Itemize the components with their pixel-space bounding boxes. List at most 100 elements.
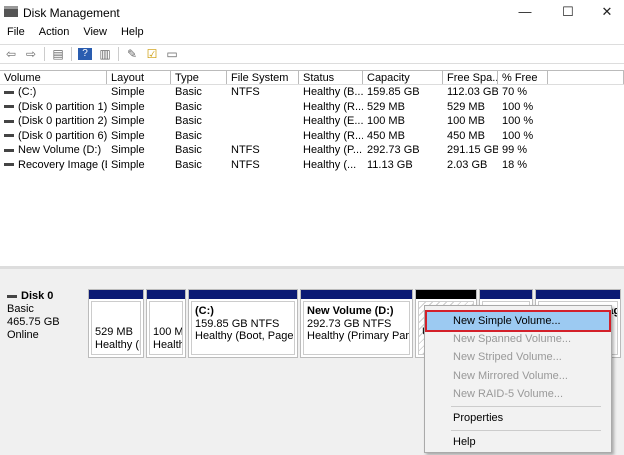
menu-view[interactable]: View (76, 26, 114, 42)
partition[interactable]: (C:) 159.85 GB NTFS Healthy (Boot, Page Fi (188, 289, 298, 358)
minimize-button[interactable]: — (515, 4, 535, 19)
table-row[interactable]: (Disk 0 partition 2) Simple Basic Healthy (… (0, 114, 624, 129)
cell-text: Basic (175, 100, 202, 113)
menu-new-mirrored-volume[interactable]: New Mirrored Volume... (427, 367, 609, 385)
cell-text: Simple (111, 100, 145, 113)
menu-help[interactable]: Help (114, 26, 151, 42)
table-cell: Simple (107, 129, 171, 144)
partition-body: 100 MBHealth (149, 301, 183, 355)
col-volume[interactable]: Volume (0, 71, 107, 84)
action-pane-icon[interactable]: ▥ (98, 48, 112, 60)
context-menu: New Simple Volume... New Spanned Volume.… (424, 305, 612, 453)
partition-bar (147, 290, 185, 299)
table-cell: 18 % (498, 158, 548, 173)
table-cell: Basic (171, 100, 227, 115)
cell-text: 70 % (502, 86, 528, 98)
table-row[interactable]: Recovery Image (E:) Simple Basic NTFS Health… (0, 158, 624, 173)
col-empty (548, 71, 624, 84)
table-cell: NTFS (227, 143, 299, 158)
partition[interactable]: 529 MBHealthy (R (88, 289, 144, 358)
cell-text: Simple (111, 115, 145, 127)
table-cell: 291.15 GB (443, 143, 498, 158)
table-cell (227, 129, 299, 144)
partition[interactable]: New Volume (D:) 292.73 GB NTFS Healthy (Pr… (300, 289, 413, 358)
menu-new-raid5-volume[interactable]: New RAID-5 Volume... (427, 385, 609, 403)
volume-icon (4, 90, 14, 94)
table-cell: (C:) (0, 85, 107, 100)
cell-text: Healthy (R... (303, 100, 363, 113)
table-cell: 529 MB (443, 100, 498, 115)
cell-text: 292.73 GB (367, 144, 420, 156)
partition-bar (189, 290, 297, 299)
cell-text: Recovery Image (E:) (18, 158, 107, 171)
table-cell: 11.13 GB (363, 158, 443, 173)
partition-title: New Volume (D:) (307, 305, 394, 317)
back-icon[interactable]: ⇦ (4, 48, 18, 60)
menu-action[interactable]: Action (32, 26, 77, 42)
partition-body: (C:) 159.85 GB NTFS Healthy (Boot, Page Fi (191, 301, 295, 355)
table-cell (227, 114, 299, 129)
cell-text: Basic (175, 115, 202, 127)
table-cell: Healthy (R... (299, 100, 363, 115)
title-bar: Disk Management — ☐ ✕ (0, 0, 624, 25)
cell-text: 112.03 GB (447, 86, 498, 98)
table-cell: Recovery Image (E:) (0, 158, 107, 173)
disk-management-icon (4, 6, 18, 17)
table-cell: 99 % (498, 143, 548, 158)
volume-icon (4, 119, 14, 123)
maximize-button[interactable]: ☐ (558, 4, 578, 20)
menu-new-spanned-volume[interactable]: New Spanned Volume... (427, 330, 609, 348)
cell-text: Simple (111, 86, 145, 98)
disk-state: Online (7, 329, 39, 341)
console-tree-icon[interactable]: ▤ (51, 48, 65, 60)
menu-separator (451, 430, 601, 431)
connect-icon[interactable]: ✎ (125, 48, 139, 60)
col-layout[interactable]: Layout (107, 71, 171, 84)
col-capacity[interactable]: Capacity (363, 71, 443, 84)
cell-text: Basic (175, 129, 202, 142)
forward-icon[interactable]: ⇨ (24, 48, 38, 60)
menu-help[interactable]: Help (427, 433, 609, 451)
cell-text: Healthy (R... (303, 129, 363, 142)
col-percent-free[interactable]: % Free (498, 71, 548, 84)
table-cell: Simple (107, 85, 171, 100)
col-file-system[interactable]: File System (227, 71, 299, 84)
table-row[interactable]: (C:) Simple Basic NTFS Healthy (B... 159.85 G… (0, 85, 624, 100)
cell-text: Basic (175, 86, 202, 98)
partition-bar (416, 290, 476, 299)
close-button[interactable]: ✕ (597, 4, 617, 20)
help-icon[interactable]: ? (78, 48, 92, 60)
menu-bar: File Action View Help (0, 26, 151, 42)
table-cell: 100 % (498, 114, 548, 129)
partition[interactable]: 100 MBHealth (146, 289, 186, 358)
properties-icon[interactable]: ▭ (165, 48, 179, 60)
menu-file[interactable]: File (0, 26, 32, 42)
menu-new-simple-volume[interactable]: New Simple Volume... (425, 310, 611, 332)
table-cell: Basic (171, 143, 227, 158)
table-row[interactable]: New Volume (D:) Simple Basic NTFS Healthy (P… (0, 143, 624, 158)
table-cell: 159.85 GB (363, 85, 443, 100)
cell-text: 291.15 GB (447, 144, 498, 156)
table-cell: Basic (171, 158, 227, 173)
partition-line1: 159.85 GB NTFS (195, 317, 280, 330)
menu-separator (451, 406, 601, 407)
col-type[interactable]: Type (171, 71, 227, 84)
check-icon[interactable]: ☑ (145, 48, 159, 60)
cell-text: Healthy (B... (303, 86, 363, 98)
table-cell: New Volume (D:) (0, 143, 107, 158)
table-cell: 450 MB (443, 129, 498, 144)
menu-new-striped-volume[interactable]: New Striped Volume... (427, 348, 609, 366)
table-row[interactable]: (Disk 0 partition 6) Simple Basic Healthy (… (0, 129, 624, 144)
list-header: Volume Layout Type File System Status Ca… (0, 70, 624, 85)
cell-text: (Disk 0 partition 2) (18, 115, 107, 127)
col-status[interactable]: Status (299, 71, 363, 84)
partition-bar (301, 290, 412, 299)
col-free-space[interactable]: Free Spa... (443, 71, 498, 84)
cell-text: 100 MB (367, 115, 405, 127)
partition-bar (89, 290, 143, 299)
disk-0-label[interactable]: Disk 0 Basic 465.75 GB Online (3, 287, 85, 357)
cell-text: 99 % (502, 144, 528, 156)
menu-properties[interactable]: Properties (427, 409, 609, 427)
table-row[interactable]: (Disk 0 partition 1) Simple Basic Healthy (… (0, 100, 624, 115)
cell-text: Simple (111, 158, 145, 171)
